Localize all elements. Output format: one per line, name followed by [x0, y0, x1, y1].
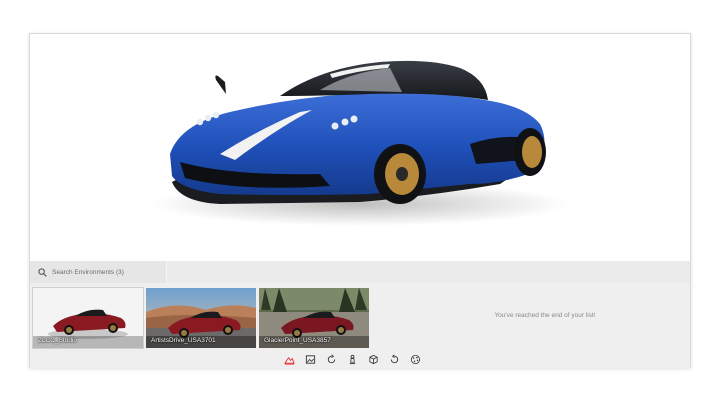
3d-view-button[interactable]: [366, 352, 381, 367]
configurator-viewer: ZLCC_Studio: [29, 33, 691, 368]
image-button[interactable]: [303, 352, 318, 367]
search-row: [30, 261, 690, 283]
rotate-icon: [327, 354, 336, 364]
environment-thumb-glacierpoint[interactable]: GlacierPoint_USA3857: [259, 288, 369, 348]
refresh-icon: [390, 354, 399, 364]
environment-thumb-zlcc-studio[interactable]: ZLCC_Studio: [32, 287, 144, 349]
environment-label: ArtistsDrive_USA3701: [151, 337, 216, 344]
chess-pawn-icon: [349, 354, 356, 365]
environment-thumb-artistsdrive[interactable]: ArtistsDrive_USA3701: [146, 288, 256, 348]
paint-button[interactable]: [408, 352, 423, 367]
image-icon: [305, 355, 316, 364]
interior-button[interactable]: [345, 352, 360, 367]
environment-button[interactable]: [282, 352, 297, 367]
cube-icon: [369, 354, 378, 365]
palette-icon: [410, 354, 421, 365]
end-of-list-message: You've reached the end of your list!: [494, 312, 596, 319]
car-viewport[interactable]: [30, 34, 690, 261]
car-render: [150, 60, 570, 226]
environment-label: GlacierPoint_USA3857: [264, 337, 331, 344]
search-box[interactable]: [30, 261, 167, 283]
search-environments-input[interactable]: [52, 268, 162, 276]
rotate-button[interactable]: [324, 352, 339, 367]
environment-list: ZLCC_Studio ArtistsDrive_USA3701 Glacier…: [32, 287, 369, 349]
viewer-toolbar: [282, 352, 423, 368]
reset-view-button[interactable]: [387, 352, 402, 367]
environment-icon: [284, 356, 295, 365]
environment-label: ZLCC_Studio: [38, 337, 78, 344]
search-icon: [38, 267, 47, 277]
